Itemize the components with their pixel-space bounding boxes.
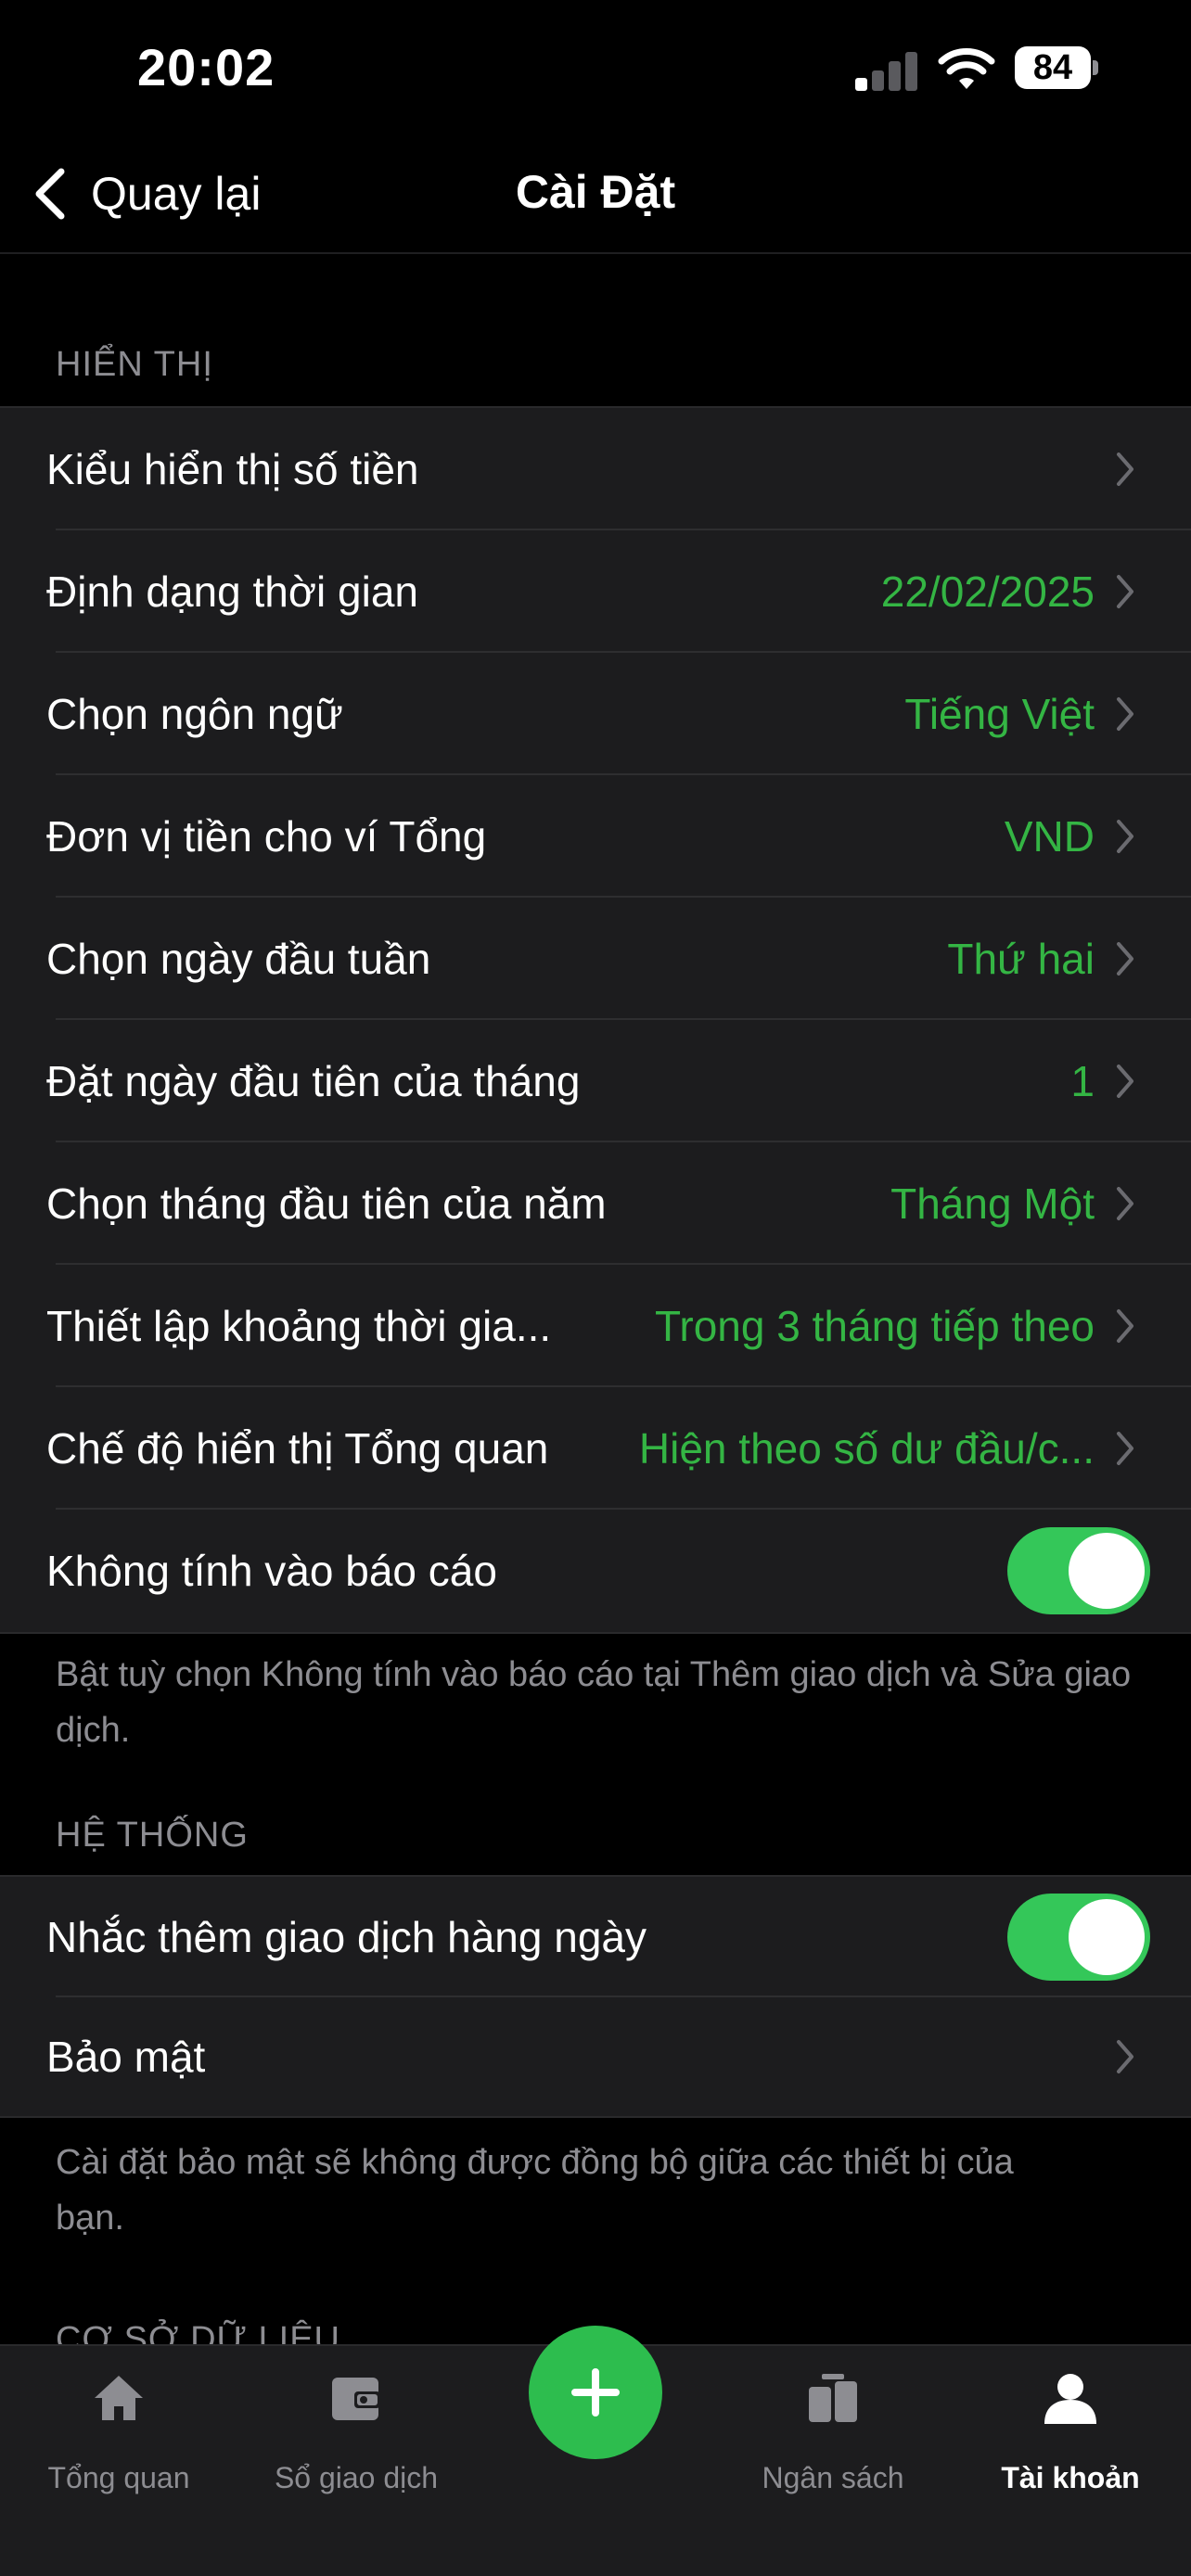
chevron-right-icon	[1117, 453, 1133, 486]
wifi-icon	[938, 48, 995, 89]
setting-label: Kiểu hiển thị số tiền	[46, 445, 419, 493]
add-transaction-button[interactable]	[529, 2326, 662, 2459]
wallet-icon	[332, 2378, 380, 2420]
setting-label: Nhắc thêm giao dịch hàng ngày	[46, 1913, 647, 1961]
setting-value: Trong 3 tháng tiếp theo	[655, 1302, 1095, 1350]
display-settings-group: Kiểu hiển thị số tiền Định dạng thời gia…	[0, 406, 1191, 1634]
setting-label: Không tính vào báo cáo	[46, 1547, 497, 1595]
battery-icon: 84	[1015, 46, 1098, 89]
exclude-report-toggle[interactable]	[1007, 1527, 1150, 1614]
tab-label: Ngân sách	[762, 2461, 904, 2494]
page-title: Cài Đặt	[515, 166, 676, 218]
app-root: 20:02 84 Quay lại Cài Đặt HIỂN THỊ Kiểu	[0, 0, 1191, 2576]
system-settings-group: Nhắc thêm giao dịch hàng ngày Bảo mật	[0, 1875, 1191, 2118]
setting-row-currency[interactable]: Đơn vị tiền cho ví Tổng VND	[0, 775, 1191, 898]
chevron-right-icon	[1117, 1309, 1133, 1343]
tab-label: Tổng quan	[47, 2461, 190, 2494]
setting-label: Chọn ngày đầu tuần	[46, 935, 431, 983]
setting-row-security[interactable]: Bảo mật	[0, 1997, 1191, 2116]
nav-bar: Quay lại Cài Đặt	[0, 139, 1191, 254]
setting-row-overview-mode[interactable]: Chế độ hiển thị Tổng quan Hiện theo số d…	[0, 1387, 1191, 1510]
tab-budget[interactable]: Ngân sách	[714, 2346, 952, 2531]
tab-transactions[interactable]: Sổ giao dịch	[237, 2346, 475, 2531]
display-footnote: Bật tuỳ chọn Không tính vào báo cáo tại …	[56, 1655, 1132, 1750]
setting-value: Thứ hai	[947, 935, 1095, 983]
setting-label: Đặt ngày đầu tiên của tháng	[46, 1057, 581, 1105]
section-header-system: HỆ THỐNG	[56, 1816, 249, 1855]
setting-label: Thiết lập khoảng thời gia...	[46, 1302, 552, 1350]
setting-row-language[interactable]: Chọn ngôn ngữ Tiếng Việt	[0, 653, 1191, 775]
setting-row-daily-reminder: Nhắc thêm giao dịch hàng ngày	[0, 1877, 1191, 1997]
setting-value: Tháng Một	[890, 1180, 1095, 1228]
tab-label: Tài khoản	[1001, 2461, 1140, 2494]
setting-label: Đơn vị tiền cho ví Tổng	[46, 812, 487, 861]
budget-icon	[809, 2374, 857, 2422]
system-footnote: Cài đặt bảo mật sẽ không được đồng bộ gi…	[56, 2143, 1014, 2238]
person-icon	[1044, 2374, 1096, 2424]
battery-level: 84	[1015, 46, 1091, 89]
chevron-right-icon	[1117, 820, 1133, 853]
setting-value: VND	[1004, 812, 1095, 861]
status-time: 20:02	[137, 38, 275, 96]
setting-row-date-format[interactable]: Định dạng thời gian 22/02/2025	[0, 530, 1191, 653]
toggle-knob	[1069, 1899, 1145, 1975]
setting-value: Hiện theo số dư đầu/c...	[638, 1424, 1095, 1473]
tab-overview[interactable]: Tổng quan	[0, 2346, 237, 2531]
toggle-knob	[1069, 1533, 1145, 1609]
setting-row-month-start-day[interactable]: Đặt ngày đầu tiên của tháng 1	[0, 1020, 1191, 1142]
tab-label: Sổ giao dịch	[274, 2461, 439, 2494]
daily-reminder-toggle[interactable]	[1007, 1894, 1150, 1981]
chevron-right-icon	[1117, 697, 1133, 731]
section-header-display: HIỂN THỊ	[56, 345, 213, 384]
plus-icon	[571, 2368, 620, 2417]
setting-label: Định dạng thời gian	[46, 567, 418, 616]
chevron-right-icon	[1117, 2040, 1133, 2073]
chevron-right-icon	[1117, 1432, 1133, 1465]
setting-row-year-start-month[interactable]: Chọn tháng đầu tiên của năm Tháng Một	[0, 1142, 1191, 1265]
chevron-right-icon	[1117, 942, 1133, 976]
setting-row-time-range[interactable]: Thiết lập khoảng thời gia... Trong 3 thá…	[0, 1265, 1191, 1387]
setting-row-week-start[interactable]: Chọn ngày đầu tuần Thứ hai	[0, 898, 1191, 1020]
status-bar: 20:02 84	[0, 0, 1191, 139]
tab-account[interactable]: Tài khoản	[952, 2346, 1189, 2531]
chevron-right-icon	[1117, 1065, 1133, 1098]
setting-value: 1	[1070, 1057, 1095, 1105]
setting-label: Chọn ngôn ngữ	[46, 690, 343, 738]
signal-icon	[855, 50, 918, 91]
setting-label: Chế độ hiển thị Tổng quan	[46, 1424, 549, 1473]
home-icon	[95, 2376, 143, 2420]
setting-value: 22/02/2025	[880, 567, 1095, 616]
setting-row-exclude-report: Không tính vào báo cáo	[0, 1510, 1191, 1632]
setting-value: Tiếng Việt	[904, 690, 1095, 738]
setting-label: Bảo mật	[46, 2033, 206, 2081]
chevron-right-icon	[1117, 575, 1133, 608]
tab-bar: Tổng quan Sổ giao dịch Ngân sách Tài kho…	[0, 2326, 1191, 2576]
setting-label: Chọn tháng đầu tiên của năm	[46, 1180, 607, 1228]
chevron-right-icon	[1117, 1187, 1133, 1220]
setting-row-amount-display[interactable]: Kiểu hiển thị số tiền	[0, 408, 1191, 530]
